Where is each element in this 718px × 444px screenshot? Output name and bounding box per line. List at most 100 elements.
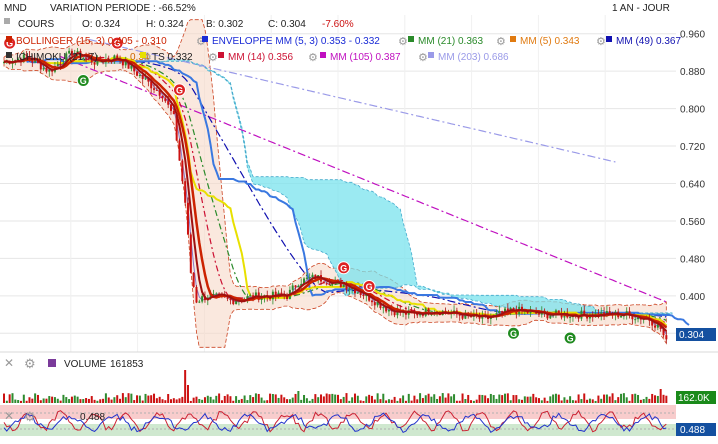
volume-bar: [34, 393, 37, 403]
mm14-label[interactable]: MM (14) 0.356: [228, 52, 293, 63]
candle: [249, 295, 252, 297]
gear-icon[interactable]: ⚙: [496, 36, 506, 48]
candle: [537, 313, 540, 315]
candle: [184, 181, 187, 203]
volume-bar: [116, 395, 119, 403]
volume-bar: [523, 396, 526, 403]
volume-bar: [651, 393, 654, 403]
volume-bar: [543, 397, 546, 403]
volume-bar: [317, 397, 320, 403]
volume-bar: [625, 397, 628, 403]
volume-bar: [260, 397, 263, 403]
signal-letter: G: [176, 85, 183, 95]
candle: [235, 301, 238, 305]
volume-bar: [410, 400, 413, 403]
period-label[interactable]: 1 AN - JOUR: [612, 3, 670, 14]
volume-bar: [212, 399, 215, 403]
volume-bar: [362, 400, 365, 403]
volume-bar: [186, 385, 189, 403]
candle: [161, 95, 164, 99]
y-tick-label: 0.640: [680, 180, 705, 191]
volume-bar: [229, 396, 232, 403]
signal-marker[interactable]: G: [337, 261, 351, 275]
oscillator-badge: 0.488: [676, 423, 716, 436]
close-icon[interactable]: ✕: [4, 409, 14, 423]
signal-marker[interactable]: G: [362, 279, 376, 293]
close-icon[interactable]: ✕: [4, 356, 14, 370]
signal-marker[interactable]: G: [506, 326, 520, 340]
volume-bar: [487, 398, 490, 403]
volume-bar: [416, 399, 419, 403]
mm203-label[interactable]: MM (203) 0.686: [438, 52, 509, 63]
signal-marker[interactable]: G: [172, 83, 186, 97]
volume-bar: [390, 399, 393, 403]
volume-bar: [76, 396, 79, 403]
mm21-swatch: [408, 36, 414, 42]
volume-bar: [300, 399, 303, 403]
volume-bar: [161, 399, 164, 403]
gear-icon[interactable]: ⚙: [24, 356, 36, 371]
enveloppe-label[interactable]: ENVELOPPE MM (5, 3) 0.353 - 0.332: [212, 36, 380, 47]
candle: [495, 313, 498, 315]
volume-bar: [51, 396, 54, 403]
y-tick-label: 0.880: [680, 67, 705, 78]
volume-bar: [147, 395, 150, 403]
svg-text:0.488: 0.488: [680, 425, 705, 436]
volume-bar: [277, 397, 280, 403]
candle: [620, 315, 623, 318]
volume-bar: [42, 398, 45, 403]
volume-bar: [368, 394, 371, 403]
mm49-label[interactable]: MM (49) 0.367: [616, 36, 681, 47]
volume-bar: [387, 399, 390, 403]
signal-marker[interactable]: G: [76, 74, 90, 88]
last-price-badge: 0.304: [676, 328, 716, 341]
volume-bar: [334, 394, 337, 403]
volume-bar: [85, 398, 88, 403]
candle: [291, 285, 294, 290]
volume-bar: [201, 399, 204, 403]
volume-bar: [379, 399, 382, 403]
mm49-swatch: [606, 36, 612, 42]
volume-bar: [591, 399, 594, 403]
volume-bar: [65, 397, 68, 403]
volume-bar: [413, 395, 416, 403]
gear-icon[interactable]: ⚙: [398, 36, 408, 48]
gear-icon[interactable]: ⚙: [418, 52, 428, 64]
volume-bar: [280, 394, 283, 403]
volume-bar: [325, 393, 328, 403]
volume-bar: [133, 400, 136, 403]
volume-bar: [631, 394, 634, 403]
volume-bar: [104, 393, 107, 403]
volume-bar: [447, 393, 450, 403]
volume-bar: [257, 393, 260, 403]
candle: [170, 104, 172, 111]
high-value: H: 0.324: [146, 19, 184, 30]
gear-icon[interactable]: ⚙: [24, 409, 36, 424]
signal-marker[interactable]: G: [563, 331, 577, 345]
volume-bar: [110, 399, 113, 403]
ichimoku-label[interactable]: ICHIMOKU (21, 7): [16, 52, 98, 63]
volume-bar: [266, 400, 269, 403]
mm5-swatch: [510, 36, 516, 42]
gear-icon[interactable]: ⚙: [596, 36, 606, 48]
volume-bar: [642, 399, 645, 403]
mm21-label[interactable]: MM (21) 0.363: [418, 36, 483, 47]
volume-bar: [518, 399, 521, 403]
mm105-swatch: [320, 52, 326, 58]
volume-bar: [489, 393, 492, 403]
mm5-label[interactable]: MM (5) 0.343: [520, 36, 580, 47]
bollinger-label[interactable]: BOLLINGER (15, 3) 0.405 - 0.310: [16, 36, 167, 47]
gear-icon[interactable]: ⚙: [208, 52, 218, 64]
ts-label[interactable]: TS 0.332: [152, 52, 193, 63]
volume-bar: [93, 399, 96, 403]
mm105-label[interactable]: MM (105) 0.387: [330, 52, 401, 63]
volume-bar: [438, 396, 441, 403]
volume-bar: [515, 395, 518, 403]
candle: [153, 88, 156, 90]
volume-bar: [385, 400, 388, 403]
gear-icon[interactable]: ⚙: [308, 52, 318, 64]
stock-chart[interactable]: 0.960 0.880 0.800 0.720 0.640 0.560 0.480 0.400…: [0, 0, 718, 444]
volume-bar: [99, 399, 102, 403]
candle: [498, 311, 501, 314]
volume-bar: [622, 393, 625, 403]
